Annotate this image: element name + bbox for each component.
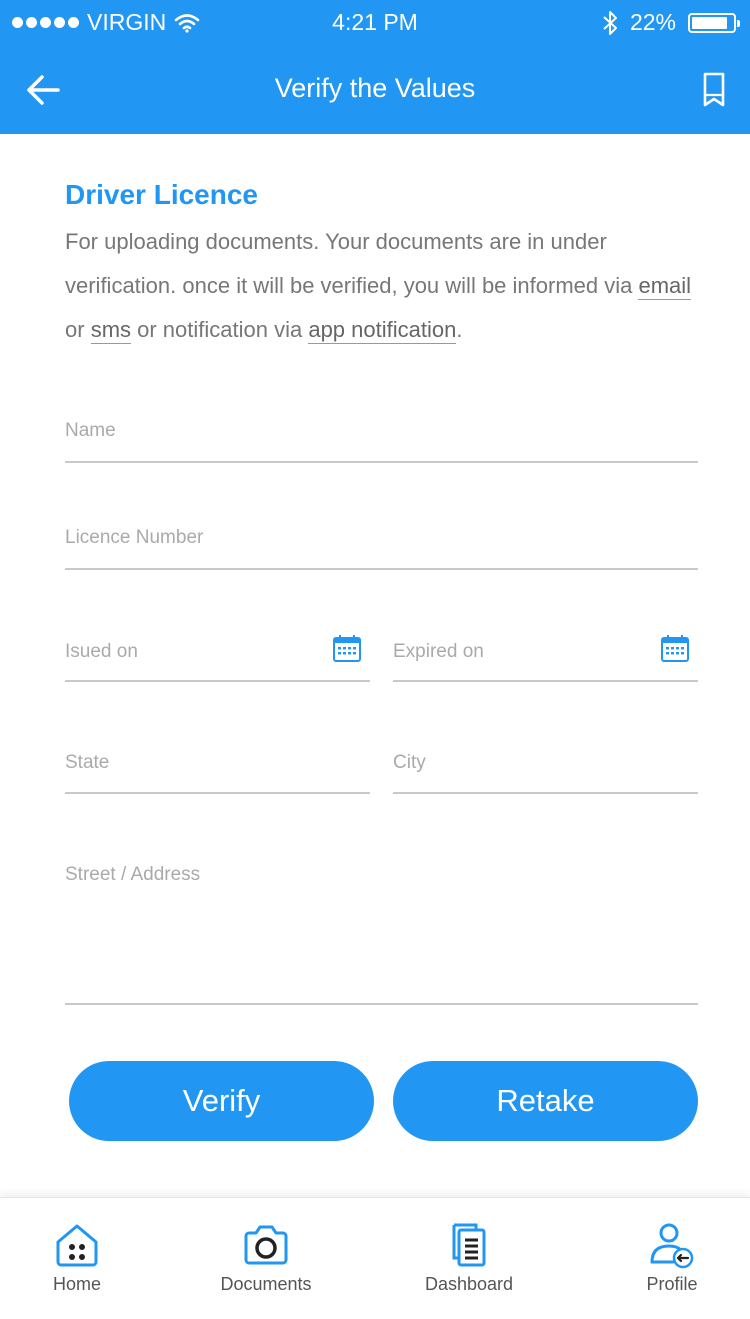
- description-end: .: [456, 317, 463, 342]
- description-text-2: or notification via: [131, 317, 309, 342]
- description-or: or: [65, 317, 91, 342]
- tab-documents[interactable]: Documents: [186, 1198, 346, 1319]
- name-input[interactable]: [65, 420, 698, 442]
- sms-link[interactable]: sms: [90, 317, 132, 344]
- description-text: For uploading documents. Your documents …: [65, 229, 639, 298]
- retake-button[interactable]: Retake: [393, 1061, 698, 1141]
- city-input[interactable]: [393, 752, 698, 774]
- city-field-container: [393, 752, 698, 794]
- email-link[interactable]: email: [638, 273, 692, 300]
- page-title: Verify the Values: [274, 73, 476, 103]
- bookmark-icon[interactable]: [700, 70, 728, 110]
- battery-level: [692, 16, 727, 29]
- bluetooth-icon: [603, 10, 617, 35]
- tab-home[interactable]: Home: [0, 1198, 157, 1319]
- issued-on-input[interactable]: [65, 641, 315, 663]
- expired-field-container: [393, 630, 698, 682]
- expired-on-input[interactable]: [393, 641, 643, 663]
- documents-icon: [452, 1223, 486, 1267]
- intro-section: Driver Licence For uploading documents. …: [65, 178, 698, 352]
- tab-label: Profile: [646, 1274, 698, 1294]
- status-right: 22%: [602, 9, 740, 36]
- battery-icon: [688, 12, 740, 33]
- calendar-icon[interactable]: [332, 633, 362, 663]
- tab-label: Documents: [220, 1274, 312, 1294]
- section-description: For uploading documents. Your documents …: [65, 220, 698, 352]
- camera-icon: [244, 1225, 288, 1265]
- state-field-container: [65, 752, 370, 794]
- top-bar: VIRGIN 4:21 PM 22% Verify the Values: [0, 0, 750, 134]
- calendar-icon[interactable]: [660, 633, 690, 663]
- name-field-container: [65, 420, 698, 463]
- home-icon: [56, 1224, 98, 1267]
- bottom-tab-bar: Home Documents Dashboard Profile: [0, 1197, 750, 1319]
- verify-button[interactable]: Verify: [69, 1061, 374, 1141]
- state-input[interactable]: [65, 752, 370, 774]
- licence-number-input[interactable]: [65, 527, 698, 549]
- status-bar: VIRGIN 4:21 PM 22%: [0, 0, 750, 44]
- street-address-input[interactable]: [65, 864, 698, 1003]
- tab-dashboard[interactable]: Dashboard: [389, 1198, 549, 1319]
- licence-field-container: [65, 527, 698, 570]
- section-title: Driver Licence: [65, 179, 258, 210]
- issued-field-container: [65, 630, 370, 682]
- tab-profile[interactable]: Profile: [592, 1198, 750, 1319]
- app-notification-link[interactable]: app notification: [308, 317, 457, 344]
- battery-percent: 22%: [629, 9, 676, 35]
- tab-label: Dashboard: [424, 1274, 514, 1294]
- nav-bar: Verify the Values: [0, 44, 750, 134]
- profile-icon: [650, 1223, 694, 1269]
- address-field-container: [65, 864, 698, 1005]
- tab-label: Home: [52, 1274, 101, 1294]
